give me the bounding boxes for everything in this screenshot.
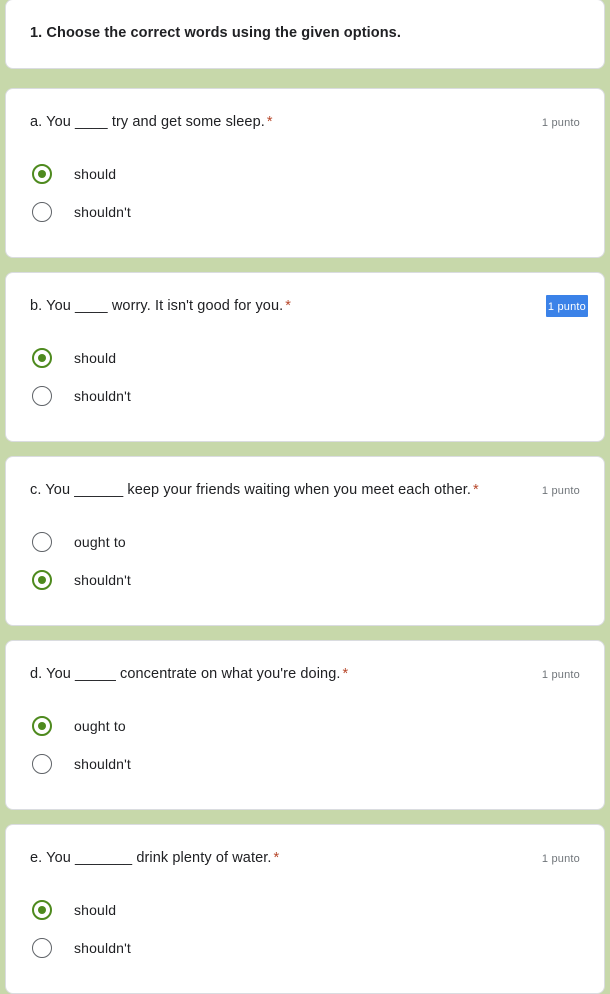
questions-container: a. You ____ try and get some sleep. * 1 pu… <box>5 88 605 994</box>
page-title: 1. Choose the correct words using the gi… <box>30 25 401 41</box>
question-card: c. You ______ keep your friends waiting … <box>5 456 605 626</box>
question-header: d. You _____ concentrate on what you're … <box>30 663 580 685</box>
question-text-label: e. You _______ drink plenty of water. <box>30 850 272 866</box>
question-header: c. You ______ keep your friends waiting … <box>30 479 580 501</box>
option-row[interactable]: shouldn't <box>30 929 580 967</box>
option-label: shouldn't <box>74 756 131 772</box>
points-label: 1 punto <box>541 485 580 497</box>
radio-unchecked-icon[interactable] <box>32 938 52 958</box>
required-asterisk: * <box>273 850 280 866</box>
radio-checked-icon[interactable] <box>32 164 52 184</box>
option-group: should shouldn't <box>30 891 580 967</box>
question-text-label: c. You ______ keep your friends waiting … <box>30 482 471 498</box>
question-text: a. You ____ try and get some sleep. * <box>30 111 530 133</box>
question-header: e. You _______ drink plenty of water. * 1 … <box>30 847 580 869</box>
option-label: shouldn't <box>74 572 131 588</box>
option-row[interactable]: should <box>30 155 580 193</box>
question-text-label: d. You _____ concentrate on what you're … <box>30 666 341 682</box>
option-row[interactable]: shouldn't <box>30 377 580 415</box>
question-text-label: b. You ____ worry. It isn't good for you… <box>30 298 284 314</box>
required-asterisk: * <box>342 666 349 682</box>
required-asterisk: * <box>266 114 273 130</box>
radio-unchecked-icon[interactable] <box>32 532 52 552</box>
quiz-form: 1. Choose the correct words using the gi… <box>0 0 610 994</box>
option-row[interactable]: shouldn't <box>30 561 580 599</box>
radio-checked-icon[interactable] <box>32 348 52 368</box>
option-label: shouldn't <box>74 388 131 404</box>
radio-checked-icon[interactable] <box>32 716 52 736</box>
question-card: e. You _______ drink plenty of water. * 1 … <box>5 824 605 994</box>
option-group: should shouldn't <box>30 339 580 415</box>
option-group: ought to shouldn't <box>30 707 580 783</box>
option-row[interactable]: should <box>30 339 580 377</box>
question-header: b. You ____ worry. It isn't good for you… <box>30 295 588 317</box>
question-card: d. You _____ concentrate on what you're … <box>5 640 605 810</box>
radio-checked-icon[interactable] <box>32 570 52 590</box>
required-asterisk: * <box>285 298 292 314</box>
points-label: 1 punto <box>541 117 580 129</box>
question-text-label: a. You ____ try and get some sleep. <box>30 114 265 130</box>
question-text: b. You ____ worry. It isn't good for you… <box>30 295 534 317</box>
option-group: should shouldn't <box>30 155 580 231</box>
option-row[interactable]: shouldn't <box>30 745 580 783</box>
question-header: a. You ____ try and get some sleep. * 1 pu… <box>30 111 580 133</box>
radio-unchecked-icon[interactable] <box>32 386 52 406</box>
option-row[interactable]: should <box>30 891 580 929</box>
radio-checked-icon[interactable] <box>32 900 52 920</box>
question-text: e. You _______ drink plenty of water. * <box>30 847 530 869</box>
question-text: c. You ______ keep your friends waiting … <box>30 479 530 501</box>
option-label: ought to <box>74 718 126 734</box>
option-label: shouldn't <box>74 204 131 220</box>
option-label: should <box>74 166 117 182</box>
option-label: should <box>74 350 117 366</box>
option-group: ought to shouldn't <box>30 523 580 599</box>
option-label: should <box>74 902 117 918</box>
points-label: 1 punto <box>541 853 580 865</box>
points-label-selected: 1 punto <box>545 295 588 317</box>
radio-unchecked-icon[interactable] <box>32 202 52 222</box>
required-asterisk: * <box>473 482 479 498</box>
question-card: b. You ____ worry. It isn't good for you… <box>5 272 605 442</box>
option-label: ought to <box>74 534 126 550</box>
form-title-card: 1. Choose the correct words using the gi… <box>5 0 605 69</box>
option-row[interactable]: shouldn't <box>30 193 580 231</box>
question-text: d. You _____ concentrate on what you're … <box>30 663 530 685</box>
radio-unchecked-icon[interactable] <box>32 754 52 774</box>
option-row[interactable]: ought to <box>30 523 580 561</box>
option-row[interactable]: ought to <box>30 707 580 745</box>
question-card: a. You ____ try and get some sleep. * 1 pu… <box>5 88 605 258</box>
option-label: shouldn't <box>74 940 131 956</box>
points-label: 1 punto <box>541 669 580 681</box>
